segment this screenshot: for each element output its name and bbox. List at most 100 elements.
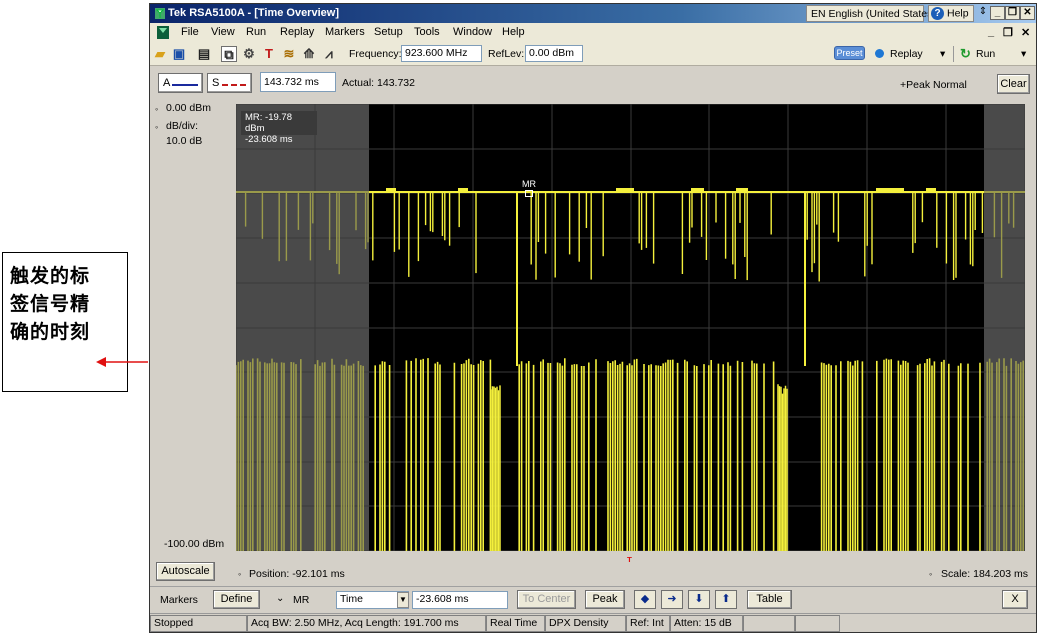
time-overview-plot[interactable]: MR: -19.78 dBm -23.608 ms MR — [236, 104, 1025, 551]
window-options-icon[interactable]: ⇕ — [978, 6, 988, 20]
trace-a-button[interactable]: A — [158, 73, 203, 93]
peak-up-button[interactable]: ⬆ — [715, 590, 737, 609]
trace-peak-segment — [691, 188, 704, 193]
ref-level-radio-icon[interactable]: ◦ — [155, 104, 158, 114]
help-button[interactable]: ? Help — [928, 5, 974, 22]
menu-replay[interactable]: Replay — [280, 26, 314, 38]
minimize-button[interactable]: _ — [990, 6, 1005, 20]
reflev-input[interactable]: 0.00 dBm — [525, 45, 583, 62]
frequency-label: Frequency: — [349, 48, 402, 60]
trace-peak-segment — [386, 188, 396, 193]
menu-markers[interactable]: Markers — [325, 26, 365, 38]
status-mode: Real Time — [486, 615, 545, 632]
replay-icon — [875, 49, 884, 58]
print-icon[interactable]: ▤ — [196, 46, 212, 62]
menu-help[interactable]: Help — [502, 26, 525, 38]
scale-radio-icon[interactable]: ◦ — [929, 569, 932, 579]
markers-toolbar: Markers Define ⌄ MR Time ▼ -23.608 ms To… — [150, 586, 1036, 611]
menu-view[interactable]: View — [211, 26, 235, 38]
marker-readout-time: -23.608 ms — [245, 134, 293, 145]
trace-s-label: S — [212, 77, 220, 89]
displays-icon[interactable]: ⧉ — [221, 46, 237, 62]
tek-logo-icon — [155, 8, 165, 19]
peak-left-button[interactable]: ◆ — [634, 590, 656, 609]
trace-peak-segment — [458, 188, 468, 193]
restore-button[interactable]: ❐ — [1005, 6, 1020, 20]
save-icon[interactable]: ▣ — [171, 46, 187, 62]
trigger-icon[interactable]: T — [261, 46, 277, 62]
trace-time-input[interactable]: 143.732 ms — [260, 72, 336, 92]
detection-mode[interactable]: +Peak Normal — [900, 79, 967, 91]
language-indicator[interactable]: EN English (United States) — [806, 5, 936, 22]
peak-right-button[interactable]: ➜ — [661, 590, 683, 609]
menu-setup[interactable]: Setup — [374, 26, 403, 38]
annotation-line: 确的时刻 — [10, 321, 91, 343]
mdi-minimize-icon[interactable]: _ — [988, 26, 994, 38]
preset-button[interactable]: Preset — [834, 46, 865, 60]
trace-header: A S 143.732 ms Actual: 143.732 +Peak Nor… — [150, 66, 1036, 103]
app-window: Tek RSA5100A - [Time Overview] EN Englis… — [149, 3, 1037, 633]
marker-type-dropdown-icon[interactable]: ▼ — [397, 592, 409, 608]
trace-peak-segment — [926, 188, 936, 193]
window-title: Tek RSA5100A - [Time Overview] — [168, 7, 339, 19]
menu-window[interactable]: Window — [453, 26, 492, 38]
position-radio-icon[interactable]: ◦ — [238, 569, 241, 579]
marker-readout-box: MR: -19.78 dBm -23.608 ms — [241, 111, 317, 145]
annotation-arrow — [96, 357, 148, 367]
title-bar: Tek RSA5100A - [Time Overview] EN Englis… — [150, 4, 1036, 23]
close-button[interactable]: ✕ — [1020, 6, 1035, 20]
mdi-close-icon[interactable]: ✕ — [1021, 26, 1030, 39]
trace-peak-segment — [876, 188, 904, 193]
position-readout: Position: -92.101 ms — [249, 568, 345, 580]
bottom-level-label: -100.00 dBm — [164, 538, 225, 550]
define-button[interactable]: Define — [213, 590, 260, 609]
scale-readout: Scale: 184.203 ms — [941, 568, 1028, 580]
status-bar: Stopped Acq BW: 2.50 MHz, Acq Length: 19… — [150, 613, 1036, 632]
reflev-label: RefLev: — [488, 48, 525, 60]
app-icon — [157, 26, 169, 39]
acquire-icon[interactable]: ≋ — [281, 46, 297, 62]
replay-dropdown-icon[interactable]: ▾ — [940, 48, 945, 60]
clear-button[interactable]: Clear — [997, 74, 1030, 94]
open-folder-icon[interactable]: ▰ — [152, 46, 168, 62]
run-icon: ↻ — [960, 46, 971, 61]
run-dropdown-icon[interactable]: ▾ — [1021, 48, 1026, 60]
status-atten: Atten: 15 dB — [670, 615, 743, 632]
run-button[interactable]: Run — [976, 48, 995, 60]
replay-button[interactable]: Replay — [890, 48, 923, 60]
to-center-button[interactable]: To Center — [517, 590, 576, 609]
annotation-line: 触发的标 — [10, 265, 91, 287]
status-empty-2 — [795, 615, 840, 632]
plot-status-line: Autoscale ◦ Position: -92.101 ms ◦ Scale… — [150, 562, 1036, 586]
markers-close-button[interactable]: X — [1002, 590, 1028, 609]
trace-s-line-icon — [222, 84, 246, 88]
trace-s-button[interactable]: S — [207, 73, 252, 93]
trace-a-label: A — [163, 77, 171, 89]
marker-select-chevron-icon[interactable]: ⌄ — [276, 593, 284, 604]
settings-gear-icon[interactable]: ⚙ — [241, 46, 257, 62]
mdi-restore-icon[interactable]: ❐ — [1003, 26, 1013, 39]
frequency-input[interactable]: 923.600 MHz — [401, 45, 482, 62]
status-state: Stopped — [150, 615, 247, 632]
marker-time-input[interactable]: -23.608 ms — [412, 591, 508, 609]
table-button[interactable]: Table — [747, 590, 792, 609]
analysis-icon[interactable]: ⟰ — [301, 46, 317, 62]
help-icon: ? — [931, 7, 944, 20]
menu-run[interactable]: Run — [246, 26, 266, 38]
amplitude-icon[interactable]: ⩘ — [321, 46, 337, 62]
trace-peak-segment — [616, 188, 634, 193]
autoscale-button[interactable]: Autoscale — [156, 562, 215, 581]
menu-file[interactable]: File — [181, 26, 199, 38]
peak-button[interactable]: Peak — [585, 590, 625, 609]
status-empty-1 — [743, 615, 795, 632]
plot-area: ◦ 0.00 dBm ◦ dB/div: 10.0 dB -100.00 dBm… — [150, 96, 1036, 565]
status-display: DPX Density — [545, 615, 626, 632]
markers-label: Markers — [160, 594, 198, 606]
menu-tools[interactable]: Tools — [414, 26, 440, 38]
dbdiv-radio-icon[interactable]: ◦ — [155, 122, 158, 132]
marker-box[interactable] — [525, 190, 533, 197]
marker-label: MR — [522, 179, 536, 189]
peak-down-button[interactable]: ⬇ — [688, 590, 710, 609]
dbdiv-value: 10.0 dB — [166, 135, 203, 147]
marker-select[interactable]: MR — [293, 594, 309, 606]
